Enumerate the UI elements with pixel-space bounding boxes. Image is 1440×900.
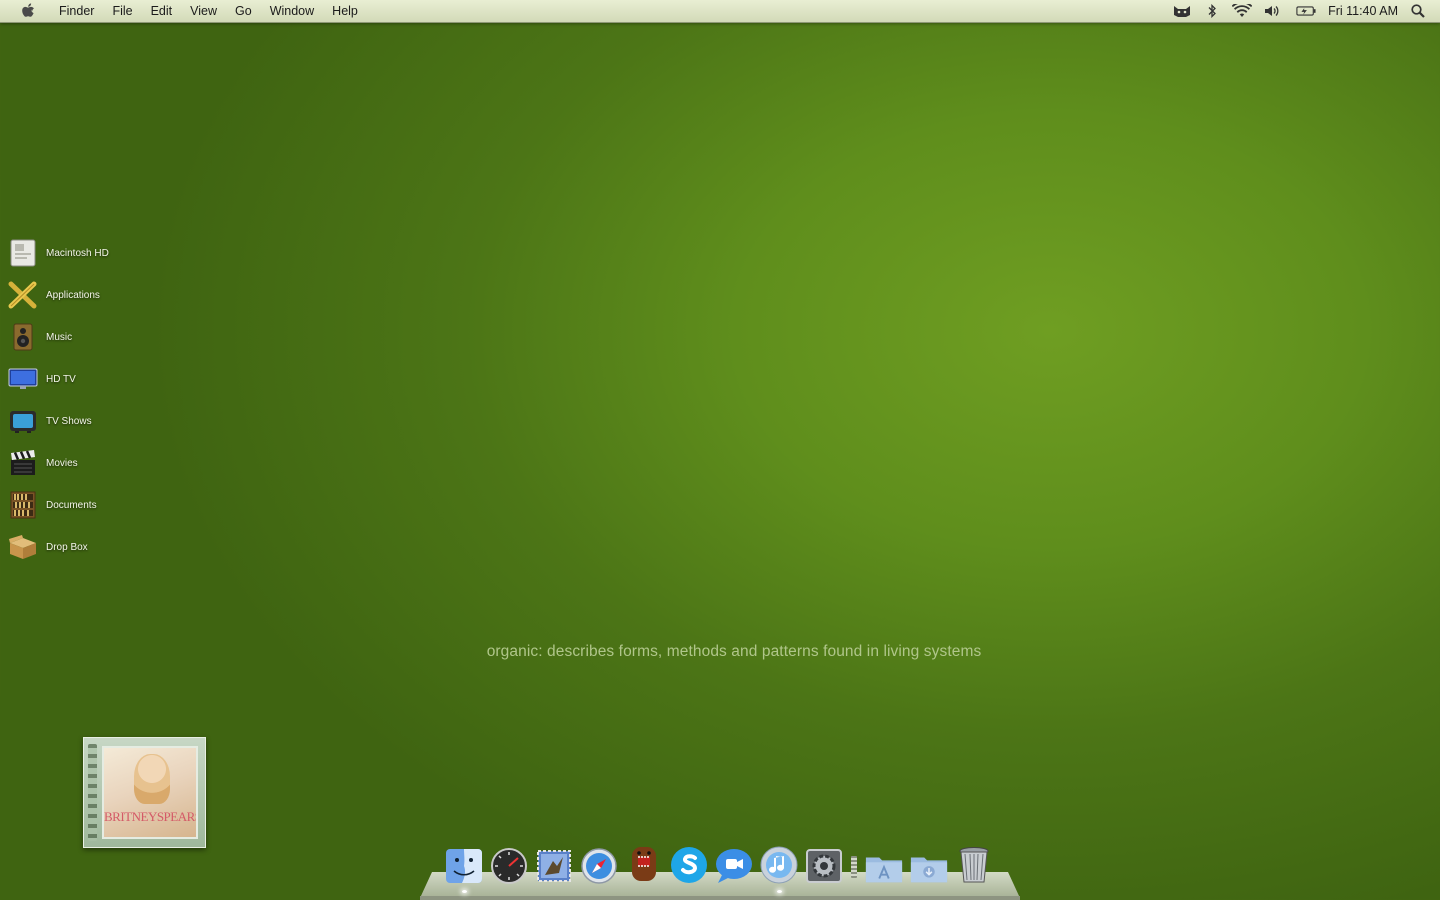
safari-icon[interactable]: [579, 843, 619, 885]
album-cover-title: BRITNEYSPEARS: [104, 809, 198, 824]
album-cover: BRITNEYSPEARS: [102, 746, 198, 839]
skype-icon[interactable]: [669, 843, 709, 885]
tv-icon: [8, 406, 38, 436]
desktop-item-label: Music: [46, 331, 73, 343]
applications-icon: [8, 280, 38, 310]
desktop-item-label: Documents: [46, 499, 97, 511]
album-art-widget[interactable]: BRITNEYSPEARS: [83, 737, 206, 848]
domo-icon[interactable]: [624, 843, 664, 885]
mail-icon[interactable]: [534, 843, 574, 885]
running-indicator: [461, 890, 467, 893]
menu-file[interactable]: File: [103, 0, 141, 22]
desktop-item-label: Movies: [46, 457, 78, 469]
dock-separator[interactable]: [849, 849, 859, 885]
menu-bar: Finder File Edit View Go Window Help Fri…: [0, 0, 1440, 23]
downloads-folder-icon[interactable]: [909, 843, 949, 885]
volume-icon[interactable]: [1262, 0, 1282, 22]
finder-icon[interactable]: [444, 843, 484, 893]
system-preferences-icon[interactable]: [804, 843, 844, 885]
itunes-icon[interactable]: [759, 843, 799, 893]
desktop-item-hd-tv[interactable]: HD TV: [8, 358, 188, 400]
wallpaper-tagline: organic: describes forms, methods and pa…: [486, 643, 982, 660]
desktop-item-applications[interactable]: Applications: [8, 274, 188, 316]
desktop-item-documents[interactable]: Documents: [8, 484, 188, 526]
film-strip: [88, 744, 97, 841]
clapperboard-icon: [8, 448, 38, 478]
trash-icon[interactable]: [954, 843, 994, 885]
album-cover-figure: [134, 754, 170, 804]
menu-finder[interactable]: Finder: [50, 0, 103, 22]
desktop-item-music[interactable]: Music: [8, 316, 188, 358]
desktop-item-label: Applications: [46, 289, 100, 301]
desktop-item-drop-box[interactable]: Drop Box: [8, 526, 188, 568]
ichat-icon[interactable]: [714, 843, 754, 885]
desktop-item-macintosh-hd[interactable]: Macintosh HD: [8, 232, 188, 274]
hard-drive-icon: [8, 238, 38, 268]
menubar-clock[interactable]: Fri 11:40 AM: [1328, 4, 1398, 18]
desktop-item-label: Macintosh HD: [46, 247, 109, 259]
desktop-item-tv-shows[interactable]: TV Shows: [8, 400, 188, 442]
menu-edit[interactable]: Edit: [142, 0, 182, 22]
dock: [420, 840, 1020, 900]
bookshelf-icon: [8, 490, 38, 520]
dock-shelf-edge: [420, 896, 1020, 900]
menu-help[interactable]: Help: [323, 0, 367, 22]
menu-view[interactable]: View: [181, 0, 226, 22]
menu-go[interactable]: Go: [226, 0, 261, 22]
running-indicator: [776, 890, 782, 893]
desktop-item-movies[interactable]: Movies: [8, 442, 188, 484]
battery-icon[interactable]: [1296, 0, 1316, 22]
desktop-item-label: HD TV: [46, 373, 76, 385]
desktop-icon-list: Macintosh HD Applications Music HD TV TV…: [8, 232, 188, 568]
desktop-item-label: TV Shows: [46, 415, 92, 427]
apple-icon[interactable]: [18, 0, 38, 22]
menu-window[interactable]: Window: [261, 0, 323, 22]
desktop-item-label: Drop Box: [46, 541, 88, 553]
speaker-icon: [8, 322, 38, 352]
wifi-icon[interactable]: [1232, 0, 1253, 22]
monitor-icon: [8, 364, 38, 394]
bluetooth-icon[interactable]: [1202, 0, 1222, 22]
search-icon[interactable]: [1408, 0, 1428, 22]
cat-icon[interactable]: [1172, 0, 1192, 22]
applications-folder-icon[interactable]: [864, 843, 904, 885]
box-icon: [8, 532, 38, 562]
dashboard-icon[interactable]: [489, 843, 529, 885]
